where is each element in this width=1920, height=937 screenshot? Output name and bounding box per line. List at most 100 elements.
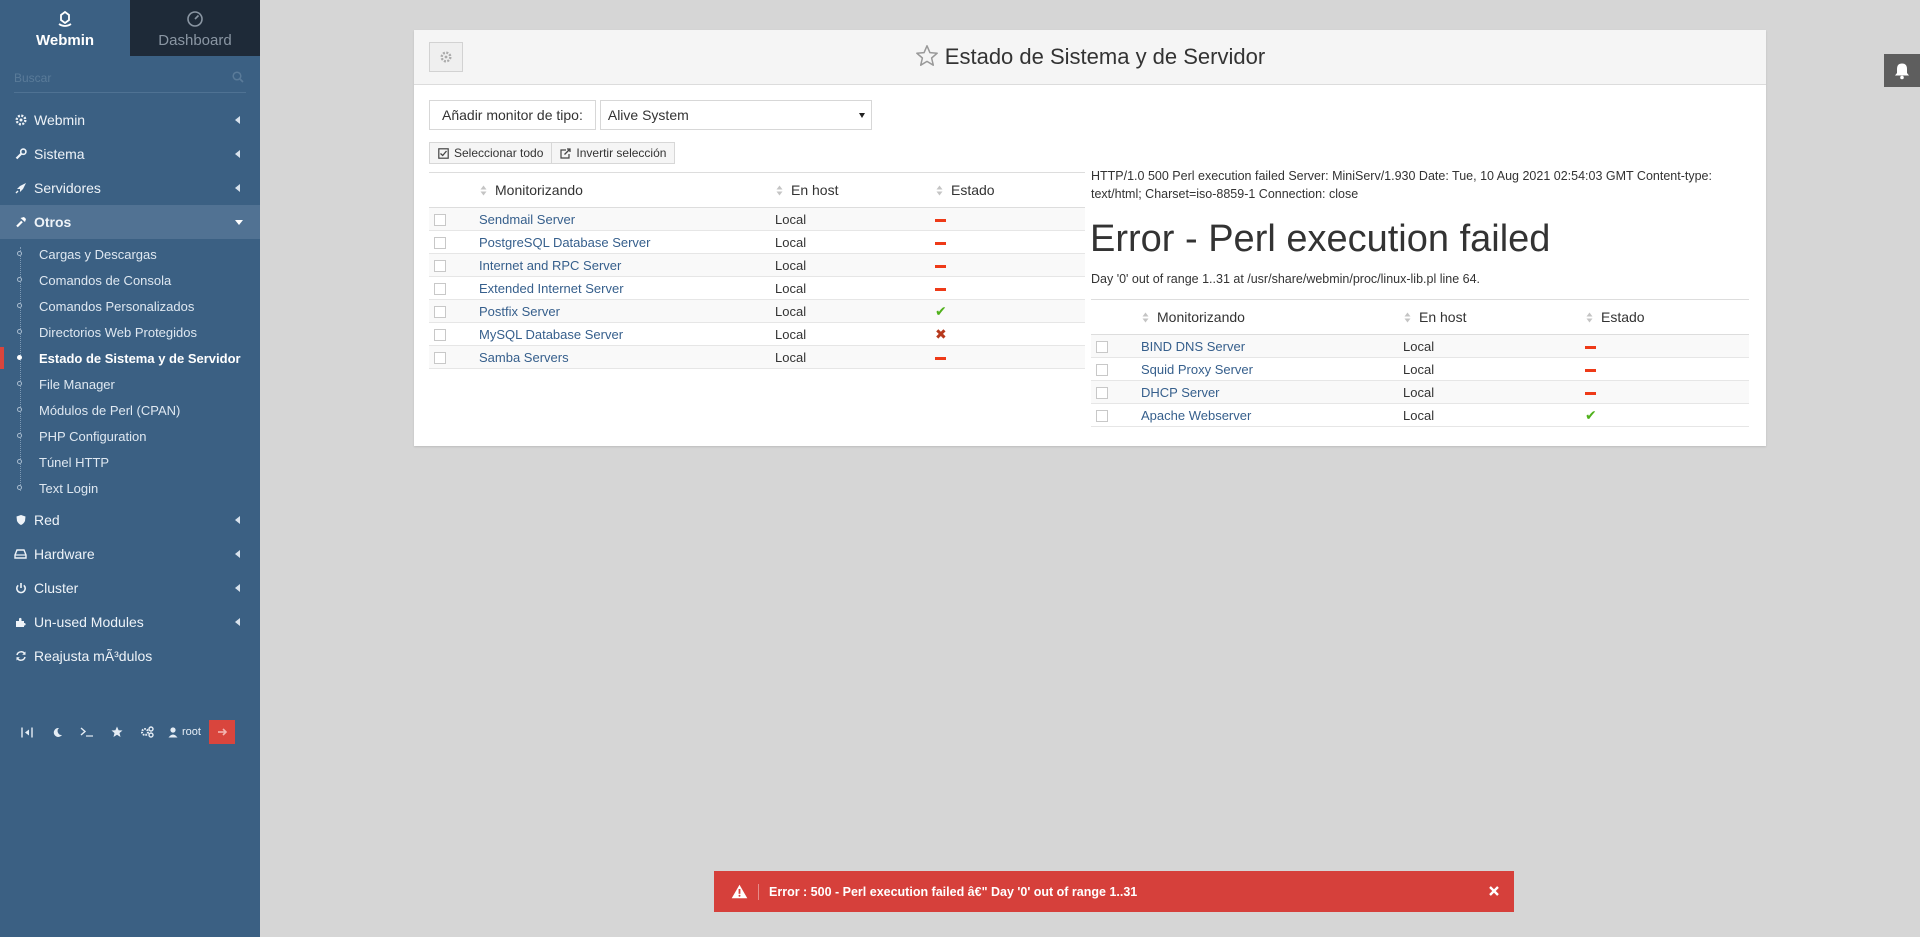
column-host-label: En host	[791, 182, 839, 198]
status-cell: ✔	[935, 299, 1085, 323]
column-status-label: Estado	[951, 182, 995, 198]
submenu-item-3[interactable]: Directorios Web Protegidos	[0, 319, 260, 345]
submenu-item-2[interactable]: Comandos Personalizados	[0, 293, 260, 319]
sidebar-item-unused-modules[interactable]: Un-used Modules	[0, 605, 260, 639]
search-input[interactable]	[14, 66, 214, 90]
tab-dashboard[interactable]: Dashboard	[130, 0, 260, 56]
sidebar-item-red[interactable]: Red	[0, 503, 260, 537]
column-host[interactable]: En host	[775, 172, 935, 208]
logout-button[interactable]	[208, 720, 235, 744]
hammer-icon	[14, 216, 27, 229]
row-checkbox[interactable]	[434, 283, 446, 296]
header-checkbox-cell	[1091, 299, 1141, 335]
column-status[interactable]: Estado	[935, 172, 1085, 208]
sidebar-item-sistema[interactable]: Sistema	[0, 137, 260, 171]
caret-left-icon	[235, 516, 240, 524]
sidebar-item-servidores[interactable]: Servidores	[0, 171, 260, 205]
sort-icon	[480, 185, 487, 196]
row-checkbox[interactable]	[1096, 387, 1108, 400]
select-all-label: Seleccionar todo	[454, 146, 544, 160]
monitor-name-cell: Extended Internet Server	[479, 276, 775, 300]
row-checkbox[interactable]	[434, 260, 446, 273]
row-checkbox[interactable]	[1096, 341, 1108, 354]
row-checkbox[interactable]	[1096, 410, 1108, 423]
status-cell	[935, 345, 1085, 369]
select-all-button[interactable]: Seleccionar todo	[429, 142, 553, 164]
submenu-item-5[interactable]: File Manager	[0, 371, 260, 397]
submenu-item-7[interactable]: PHP Configuration	[0, 423, 260, 449]
invert-selection-button[interactable]: Invertir selección	[552, 142, 676, 164]
user-label: root	[182, 726, 201, 738]
gears-icon	[141, 726, 154, 738]
row-checkbox[interactable]	[434, 352, 446, 365]
search-icon[interactable]	[232, 71, 244, 83]
sidebar-item-cluster[interactable]: Cluster	[0, 571, 260, 605]
host-cell: Local	[775, 345, 935, 369]
bullet-icon	[17, 355, 22, 360]
caret-left-icon	[235, 184, 240, 192]
sidebar-item-label: Otros	[34, 214, 72, 230]
tab-webmin[interactable]: Webmin	[0, 0, 130, 56]
submenu-item-label: PHP Configuration	[39, 428, 147, 444]
bullet-icon	[17, 303, 22, 308]
theme-config-button[interactable]	[134, 720, 160, 744]
submenu-item-1[interactable]: Comandos de Consola	[0, 267, 260, 293]
submenu-item-label: Text Login	[39, 480, 99, 496]
rocket-icon	[14, 182, 27, 195]
table-row: Sendmail Server Local	[429, 207, 1085, 231]
monitor-type-select[interactable]: Alive System	[599, 100, 872, 130]
host-cell: Local	[775, 276, 935, 300]
close-icon[interactable]	[1486, 883, 1502, 899]
monitor-link[interactable]: Apache Webserver	[1141, 408, 1251, 423]
night-mode-button[interactable]	[44, 720, 70, 744]
status-ok-icon: ✔	[1585, 406, 1597, 423]
favorites-button[interactable]	[104, 720, 130, 744]
monitor-link[interactable]: Sendmail Server	[479, 212, 575, 227]
row-checkbox[interactable]	[434, 214, 446, 227]
monitor-link[interactable]: MySQL Database Server	[479, 327, 623, 342]
hard-drive-icon	[14, 548, 27, 561]
bullet-icon	[17, 407, 22, 412]
power-icon	[14, 582, 27, 595]
row-checkbox-cell	[429, 299, 479, 323]
submenu-item-8[interactable]: Túnel HTTP	[0, 449, 260, 475]
notifications-button[interactable]	[1884, 54, 1920, 87]
favorite-star-icon[interactable]	[915, 44, 939, 68]
submenu-item-label: Directorios Web Protegidos	[39, 324, 197, 340]
error-http-header: HTTP/1.0 500 Perl execution failed Serve…	[1091, 169, 1712, 201]
row-checkbox[interactable]	[434, 329, 446, 342]
submenu-item-6[interactable]: Módulos de Perl (CPAN)	[0, 397, 260, 423]
sidebar-item-hardware[interactable]: Hardware	[0, 537, 260, 571]
column-status[interactable]: Estado	[1585, 299, 1749, 335]
monitor-link[interactable]: BIND DNS Server	[1141, 339, 1245, 354]
monitor-link[interactable]: Squid Proxy Server	[1141, 362, 1253, 377]
row-checkbox-cell	[1091, 357, 1141, 381]
column-monitoring[interactable]: Monitorizando	[1141, 299, 1403, 335]
monitor-link[interactable]: Postfix Server	[479, 304, 560, 319]
submenu-item-9[interactable]: Text Login	[0, 475, 260, 501]
row-checkbox[interactable]	[434, 306, 446, 319]
row-checkbox-cell	[429, 345, 479, 369]
monitor-link[interactable]: Extended Internet Server	[479, 281, 624, 296]
sidebar-item-otros[interactable]: Otros	[0, 205, 260, 239]
sidebar-item-webmin[interactable]: Webmin	[0, 103, 260, 137]
submenu-item-0[interactable]: Cargas y Descargas	[0, 241, 260, 267]
terminal-button[interactable]	[74, 720, 100, 744]
monitor-link[interactable]: Samba Servers	[479, 350, 569, 365]
status-not-running-icon	[935, 287, 946, 291]
wrench-icon	[14, 148, 27, 161]
user-button[interactable]: root	[164, 720, 205, 744]
row-checkbox[interactable]	[434, 237, 446, 250]
column-monitoring[interactable]: Monitorizando	[479, 172, 775, 208]
bullet-icon	[17, 329, 22, 334]
collapse-sidebar-button[interactable]	[14, 720, 40, 744]
collapse-icon	[21, 727, 33, 737]
submenu-item-4[interactable]: Estado de Sistema y de Servidor	[0, 345, 260, 371]
row-checkbox[interactable]	[1096, 364, 1108, 377]
sidebar-item-refresh-modules[interactable]: Reajusta mÃ³dulos	[0, 639, 260, 673]
monitor-link[interactable]: PostgreSQL Database Server	[479, 235, 651, 250]
column-host[interactable]: En host	[1403, 299, 1585, 335]
monitor-link[interactable]: DHCP Server	[1141, 385, 1220, 400]
monitor-link[interactable]: Internet and RPC Server	[479, 258, 621, 273]
sidebar-item-label: Reajusta mÃ³dulos	[34, 648, 153, 664]
